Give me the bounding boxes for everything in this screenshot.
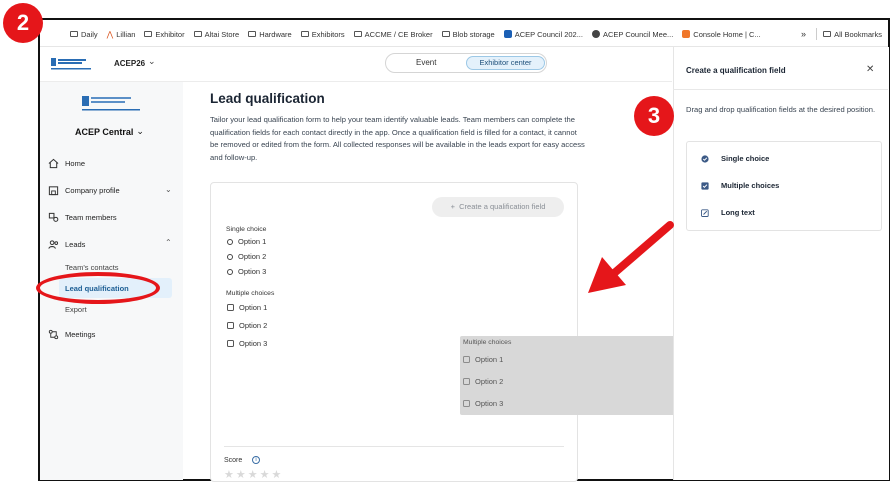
bookmark-blob-storage[interactable]: Blob storage [441, 30, 495, 39]
radio-icon [227, 253, 233, 260]
highlight-ellipse [36, 272, 160, 304]
single-choice-label: Single choice [226, 226, 267, 233]
drawer-title: Create a qualification field [686, 66, 786, 75]
org-logo-icon [82, 96, 140, 111]
field-type-long-text[interactable]: Long text [701, 208, 755, 217]
bookmark-acep-council-meeting[interactable]: ACEP Council Mee... [591, 30, 673, 39]
step-badge-3: 3 [634, 96, 674, 136]
bookmark-daily[interactable]: Daily [70, 30, 98, 39]
checkbox-icon [463, 378, 470, 385]
site-icon [591, 30, 600, 38]
single-choice-option-3[interactable]: Option 3 [227, 267, 266, 276]
field-type-multiple-choices[interactable]: Multiple choices [701, 181, 779, 190]
radio-icon [227, 238, 233, 245]
page-title: Lead qualification [210, 91, 325, 106]
bookmark-all-bookmarks[interactable]: All Bookmarks [823, 30, 882, 39]
ghost-field-label: Multiple choices [463, 339, 512, 346]
checkbox-icon [463, 400, 470, 407]
plus-icon: + [450, 202, 455, 211]
team-icon [48, 212, 59, 222]
acep-logo-icon[interactable] [51, 57, 91, 71]
site-icon [503, 30, 512, 38]
drag-direction-arrow-icon [588, 221, 674, 293]
edit-icon [701, 208, 709, 217]
tab-exhibitor-center[interactable]: Exhibitor center [466, 56, 545, 70]
bookmark-accme[interactable]: ACCME / CE Broker [353, 30, 433, 39]
checkbox-icon [227, 304, 234, 311]
checkbox-icon [463, 356, 470, 363]
multiple-choice-option-1[interactable]: Option 1 [227, 303, 267, 312]
multiple-choice-option-3[interactable]: Option 3 [227, 339, 267, 348]
site-icon [682, 30, 691, 38]
chevron-down-icon[interactable]: ⌄ [165, 185, 172, 194]
chevron-down-icon: ⌄ [136, 126, 144, 136]
sidebar-item-company-profile[interactable]: Company profile [48, 185, 120, 196]
sidebar-item-home[interactable]: Home [48, 158, 85, 169]
close-icon[interactable]: ✕ [866, 64, 874, 75]
bookmark-altai-store[interactable]: Altai Store [193, 30, 239, 39]
field-type-single-choice[interactable]: Single choice [701, 154, 769, 163]
drawer-divider [673, 89, 888, 90]
folder-icon [144, 31, 153, 37]
page-description: Tailor your lead qualification form to h… [210, 115, 585, 162]
org-name: ACEP Central [75, 126, 134, 137]
info-icon[interactable]: i [252, 456, 260, 464]
sidebar-subitem-export[interactable]: Export [65, 305, 87, 314]
radio-icon [227, 268, 233, 275]
single-choice-option-1[interactable]: Option 1 [227, 237, 266, 246]
chevron-up-icon[interactable]: ⌃ [165, 238, 172, 247]
tab-event[interactable]: Event [416, 58, 436, 67]
sidebar-item-meetings[interactable]: Meetings [48, 329, 95, 340]
bookmarks-overflow-icon[interactable]: » [801, 29, 806, 39]
folder-icon [441, 31, 450, 37]
ghost-option-3: Option 3 [463, 399, 503, 408]
score-label: Score [224, 457, 243, 464]
bookmark-acep-council-2024[interactable]: ACEP Council 202... [503, 30, 583, 39]
bookmark-icon: ⋀ [106, 29, 114, 39]
folder-icon [300, 31, 309, 37]
bookmark-lillian[interactable]: ⋀ Lillian [107, 30, 136, 39]
folder-icon [248, 31, 257, 37]
bookmark-exhibitors[interactable]: Exhibitors [300, 30, 345, 39]
score-stars-rating[interactable]: ★★★★★ [224, 468, 283, 481]
bookmark-hardware[interactable]: Hardware [248, 30, 292, 39]
drawer-description: Drag and drop qualification fields at th… [686, 105, 876, 114]
bookmarks-bar: Daily ⋀ Lillian Exhibitor Altai Store Har… [40, 22, 888, 47]
form-divider [224, 446, 564, 447]
multiple-choices-label: Multiple choices [226, 290, 275, 297]
building-icon [48, 186, 59, 196]
folder-icon [353, 31, 362, 37]
org-selector[interactable]: ACEP Central ⌄ [75, 126, 144, 137]
chevron-down-icon[interactable]: ⌄ [148, 56, 156, 67]
create-qualification-field-button[interactable]: + Create a qualification field [432, 197, 564, 217]
bookmark-console-home[interactable]: Console Home | C... [682, 30, 761, 39]
home-icon [48, 158, 59, 169]
step-badge-2: 2 [3, 3, 43, 43]
folder-icon [70, 31, 78, 37]
bookmark-exhibitor[interactable]: Exhibitor [144, 30, 185, 39]
checkbox-icon [227, 322, 234, 329]
view-switcher: Event Exhibitor center [385, 53, 547, 73]
checkbox-icon [701, 181, 709, 190]
app-header: ACEP26 ⌄ Event Exhibitor center [40, 47, 672, 82]
sidebar-item-leads[interactable]: Leads [48, 239, 85, 250]
ghost-option-2: Option 2 [463, 377, 503, 386]
leads-icon [48, 240, 59, 249]
event-selector-label[interactable]: ACEP26 [114, 59, 145, 68]
multiple-choice-option-2[interactable]: Option 2 [227, 321, 267, 330]
single-choice-icon [701, 154, 709, 163]
ghost-option-1: Option 1 [463, 355, 503, 364]
meetings-icon [48, 329, 59, 340]
sidebar-item-team-members[interactable]: Team members [48, 212, 117, 223]
single-choice-option-2[interactable]: Option 2 [227, 252, 266, 261]
sidebar-subitem-teams-contacts[interactable]: Team's contacts [65, 263, 119, 272]
bookmarks-separator [816, 28, 818, 40]
checkbox-icon [227, 340, 234, 347]
folder-icon [823, 31, 832, 37]
folder-icon [193, 31, 202, 37]
